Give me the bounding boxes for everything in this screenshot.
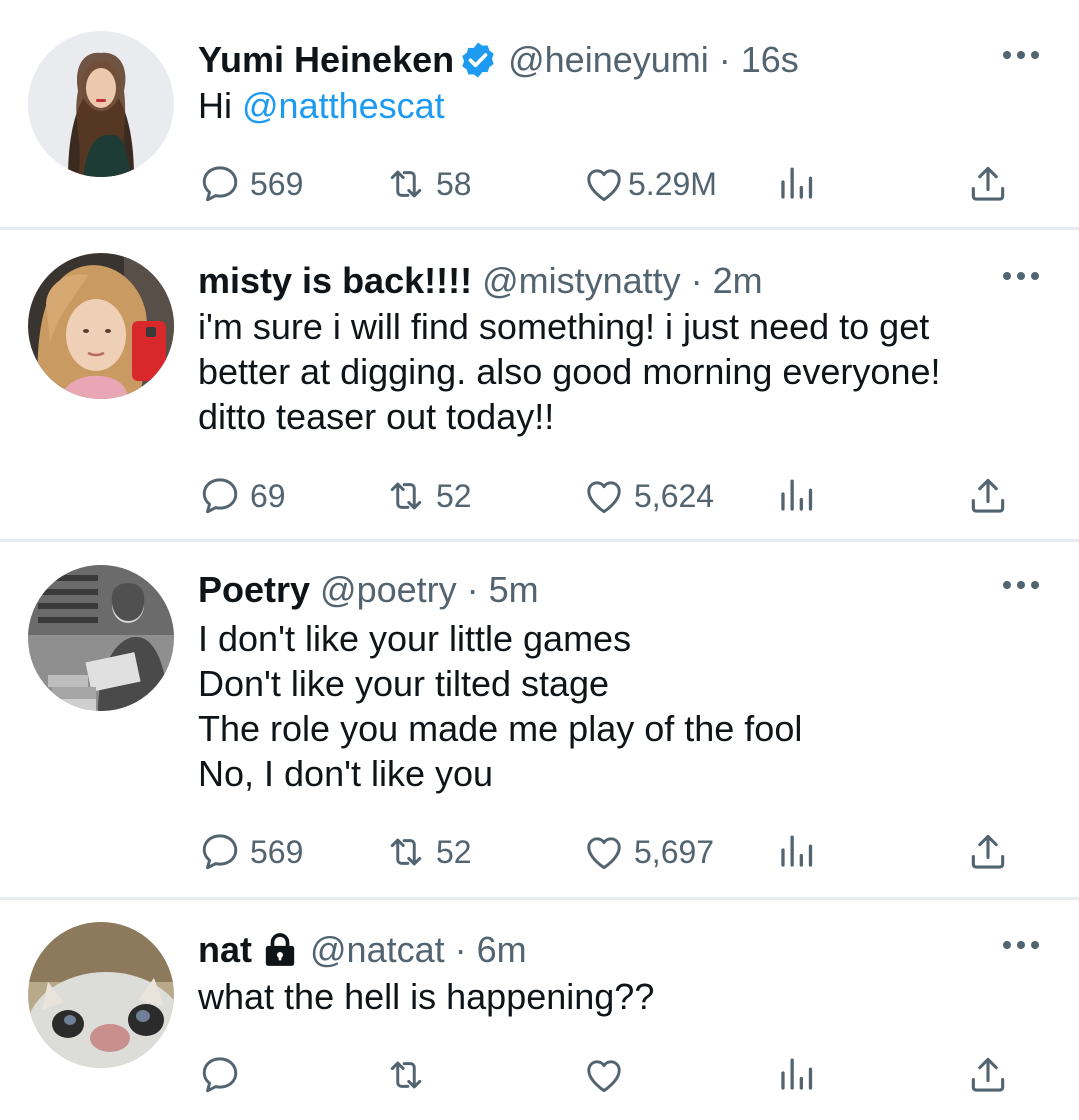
tweet-text: Hi @natthescat: [198, 83, 1039, 128]
action-bar: [198, 1053, 1018, 1097]
reply-icon: [198, 830, 242, 874]
share-button[interactable]: [966, 830, 1010, 874]
author-name[interactable]: nat: [198, 928, 252, 972]
tweet[interactable]: Poetry @poetry · 5m I don't like your li…: [0, 542, 1079, 900]
share-button[interactable]: [966, 474, 1010, 518]
reply-icon: [198, 1053, 242, 1097]
more-options-icon[interactable]: [1003, 579, 1039, 591]
heart-icon: [582, 474, 626, 518]
reply-button[interactable]: 69: [198, 474, 286, 518]
reply-icon: [198, 162, 242, 206]
author-name[interactable]: Poetry: [198, 568, 310, 612]
share-icon: [966, 474, 1010, 518]
avatar[interactable]: [28, 253, 174, 399]
action-bar: 569 52 5,697: [198, 830, 1018, 874]
bar-chart-icon: [774, 830, 818, 874]
tweet-text: what the hell is happening??: [198, 976, 655, 1017]
handle-and-time[interactable]: @natcat · 6m: [310, 928, 527, 972]
views-button[interactable]: [774, 830, 818, 874]
reply-icon: [198, 474, 242, 518]
bar-chart-icon: [774, 162, 818, 206]
share-button[interactable]: [966, 162, 1010, 206]
tweet[interactable]: nat @natcat · 6m what the hell is happen…: [0, 900, 1079, 1120]
reply-button[interactable]: [198, 1053, 250, 1097]
retweet-icon: [384, 1053, 428, 1097]
tweet-text-plain: Hi: [198, 85, 242, 126]
action-bar: 69 52 5,624: [198, 474, 1018, 518]
heart-icon: [582, 162, 626, 206]
retweet-icon: [384, 474, 428, 518]
mention-link[interactable]: @natthescat: [242, 85, 445, 126]
avatar[interactable]: [28, 922, 174, 1068]
more-options-icon[interactable]: [1003, 49, 1039, 61]
like-count: 5,697: [634, 833, 715, 870]
like-count: 5.29M: [628, 165, 717, 202]
reply-count: 69: [250, 477, 286, 514]
retweet-icon: [384, 162, 428, 206]
share-icon: [966, 162, 1010, 206]
avatar[interactable]: [28, 31, 174, 177]
author-name[interactable]: Yumi Heineken: [198, 38, 454, 82]
retweet-button[interactable]: 52: [384, 830, 472, 874]
more-options-icon[interactable]: [1003, 270, 1039, 282]
share-icon: [966, 1053, 1010, 1097]
action-bar: 569 58 5.29M: [198, 162, 1018, 206]
tweet[interactable]: Yumi Heineken @heineyumi · 16s Hi @natth…: [0, 0, 1079, 230]
views-button[interactable]: [774, 474, 818, 518]
like-button[interactable]: 5,624: [582, 474, 714, 518]
like-button[interactable]: 5.29M: [582, 162, 717, 206]
retweet-button[interactable]: 58: [384, 162, 472, 206]
handle-and-time[interactable]: @mistynatty · 2m: [482, 259, 763, 303]
like-button[interactable]: 5,697: [582, 830, 714, 874]
tweet[interactable]: misty is back!!!! @mistynatty · 2m i'm s…: [0, 230, 1079, 542]
retweet-count: 58: [436, 165, 472, 202]
tweet-text: i'm sure i will find something! i just n…: [198, 306, 941, 437]
author-name[interactable]: misty is back!!!!: [198, 259, 472, 303]
views-button[interactable]: [774, 1053, 818, 1097]
bar-chart-icon: [774, 474, 818, 518]
share-icon: [966, 830, 1010, 874]
retweet-count: 52: [436, 833, 472, 870]
views-button[interactable]: [774, 162, 818, 206]
retweet-button[interactable]: [384, 1053, 436, 1097]
reply-count: 569: [250, 165, 304, 202]
retweet-button[interactable]: 52: [384, 474, 472, 518]
share-button[interactable]: [966, 1053, 1010, 1097]
lock-icon: [265, 933, 295, 966]
reply-button[interactable]: 569: [198, 830, 303, 874]
like-count: 5,624: [634, 477, 715, 514]
tweet-text: I don't like your little games Don't lik…: [198, 618, 803, 794]
retweet-icon: [384, 830, 428, 874]
handle-and-time[interactable]: @poetry · 5m: [320, 568, 539, 612]
like-button[interactable]: [582, 1053, 634, 1097]
retweet-count: 52: [436, 477, 472, 514]
verified-badge-icon: [462, 42, 494, 78]
bar-chart-icon: [774, 1053, 818, 1097]
reply-button[interactable]: 569: [198, 162, 303, 206]
reply-count: 569: [250, 833, 304, 870]
avatar[interactable]: [28, 565, 174, 711]
heart-icon: [582, 830, 626, 874]
handle-and-time[interactable]: @heineyumi · 16s: [508, 38, 799, 82]
heart-icon: [582, 1053, 626, 1097]
more-options-icon[interactable]: [1003, 939, 1039, 951]
